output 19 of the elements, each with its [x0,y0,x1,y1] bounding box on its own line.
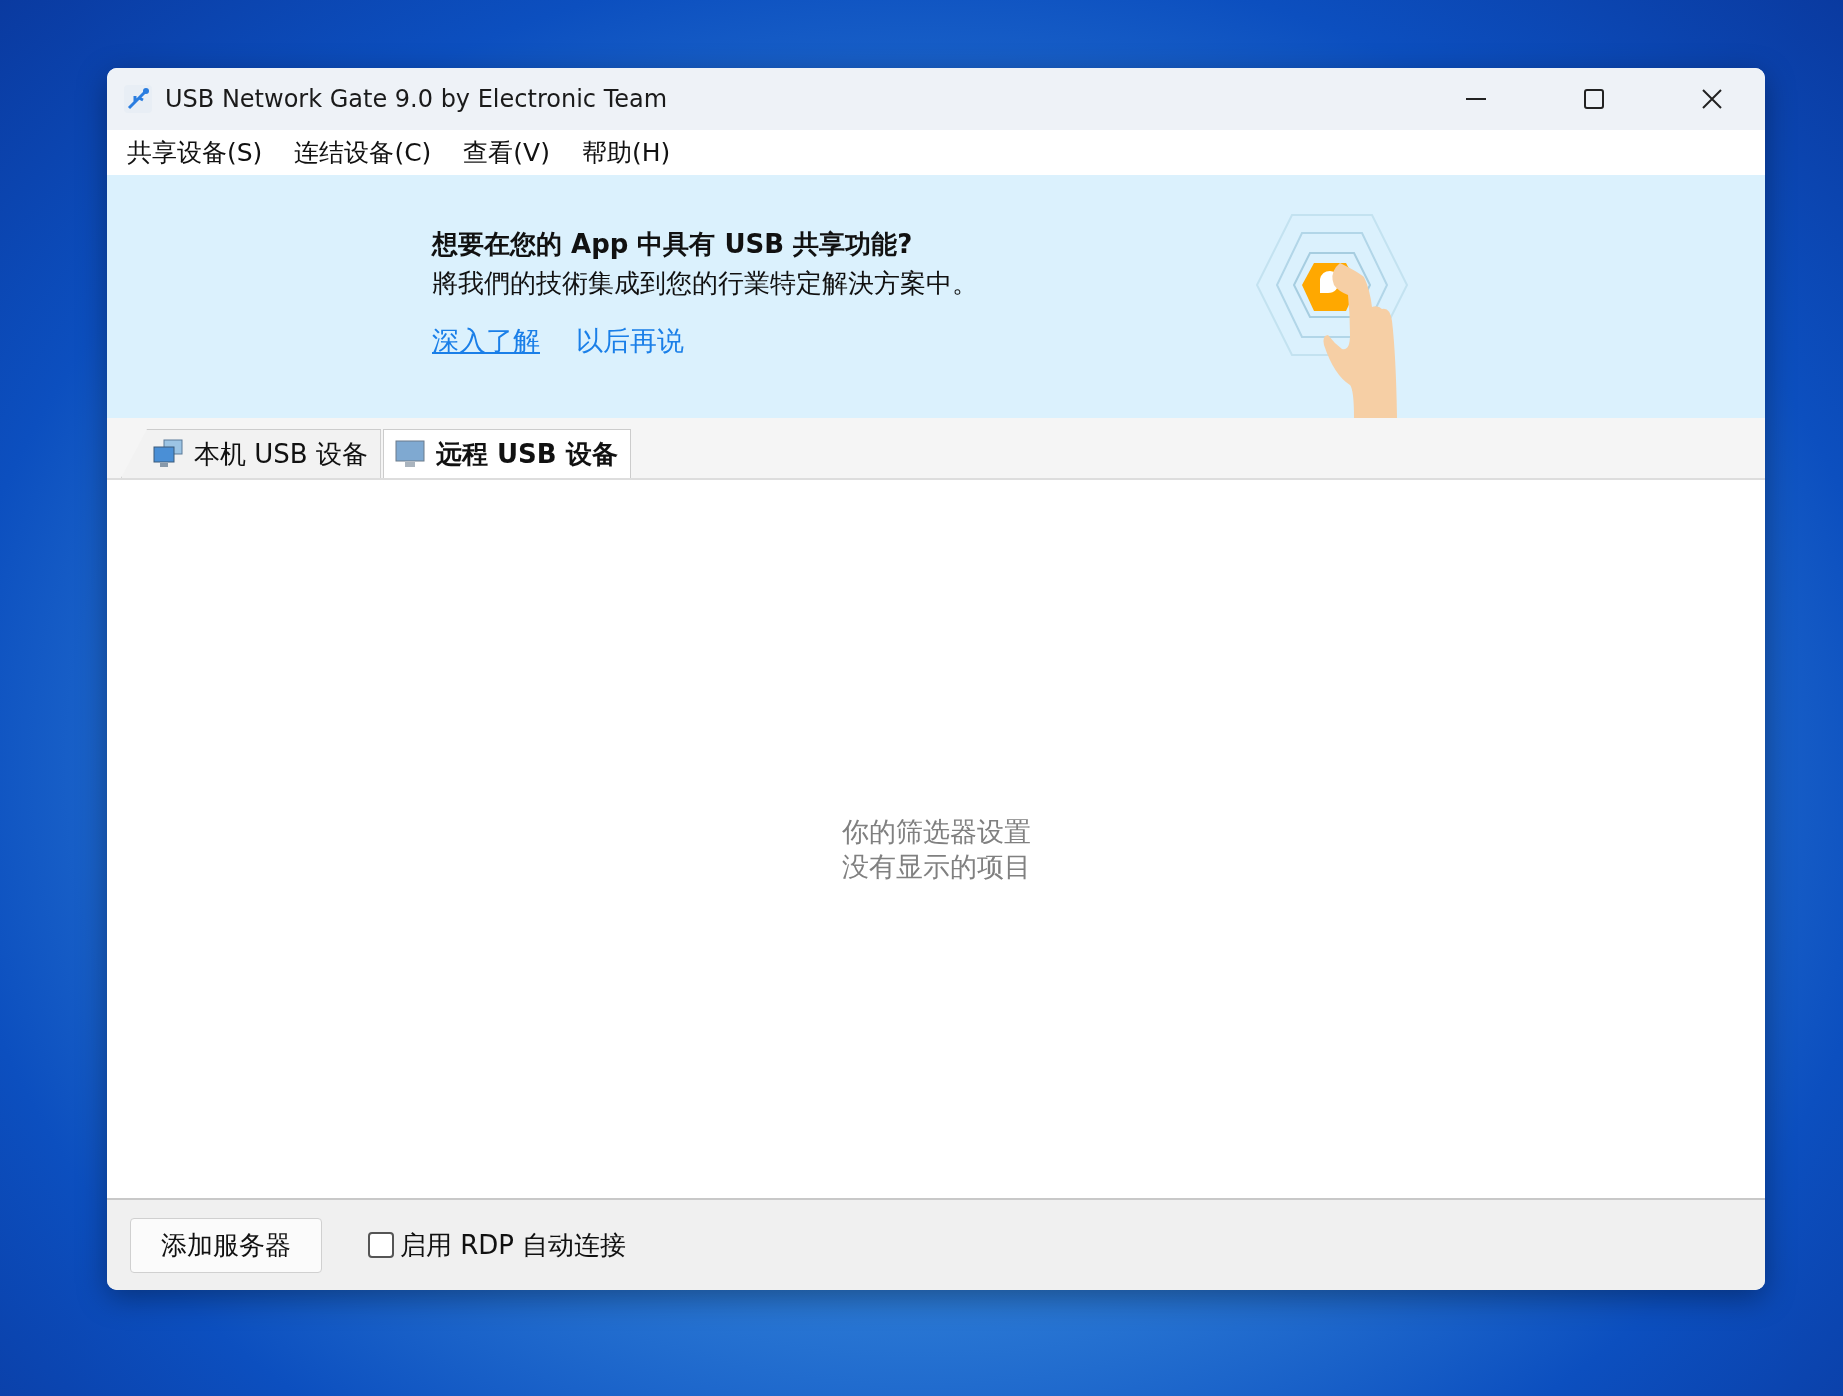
minimize-icon [1466,98,1486,100]
monitor-icon [393,439,426,469]
empty-message: 你的筛选器设置 没有显示的项目 [841,814,1031,884]
add-server-button[interactable]: 添加服务器 [130,1217,322,1273]
banner-heading: 想要在您的 App 中具有 USB 共享功能? [432,228,914,261]
banner-text: 將我們的技術集成到您的行業特定解決方案中。 [432,267,978,300]
tab[interactable]: 本机 USB 设备 [121,429,381,478]
checkbox[interactable] [368,1232,394,1258]
window-title: USB Network Gate 9.0 by Electronic Team [165,85,669,113]
menu-item[interactable]: 查看(V) [449,136,564,169]
close-icon [1702,89,1722,109]
computers-icon [152,439,184,469]
usb-plug-icon [123,84,153,114]
maximize-icon [1584,89,1604,109]
menu-item[interactable]: 连结设备(C) [280,136,446,169]
menu-item[interactable]: 帮助(H) [567,136,685,169]
checkbox-label: 启用 RDP 自动连接 [400,1228,627,1262]
tab[interactable]: 远程 USB 设备 [382,429,631,478]
menu-item[interactable]: 共享设备(S) [113,136,277,169]
